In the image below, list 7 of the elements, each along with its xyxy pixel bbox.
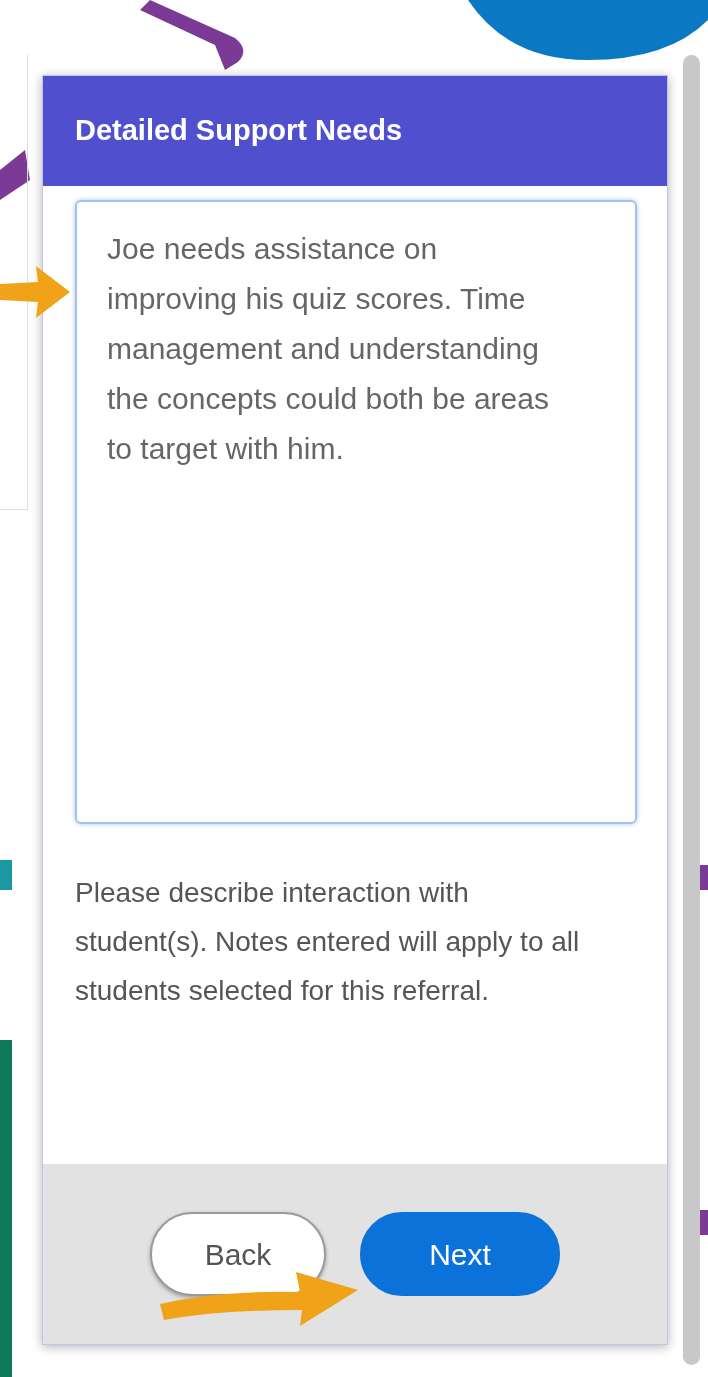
help-text: Please describe interaction with student(s). Notes entered will apply to all students selected for this referral.	[75, 876, 581, 1008]
stripe-shape	[0, 860, 12, 890]
next-button[interactable]: Next	[360, 1212, 560, 1296]
scrollbar[interactable]	[683, 55, 700, 1365]
dialog-title: Detailed Support Needs	[75, 113, 403, 149]
notes-field[interactable]: Joe needs assistance on improving his quiz scores. Time management and understanding the concepts could both be areas to target with him.	[75, 200, 637, 824]
back-button[interactable]: Back	[150, 1212, 326, 1296]
